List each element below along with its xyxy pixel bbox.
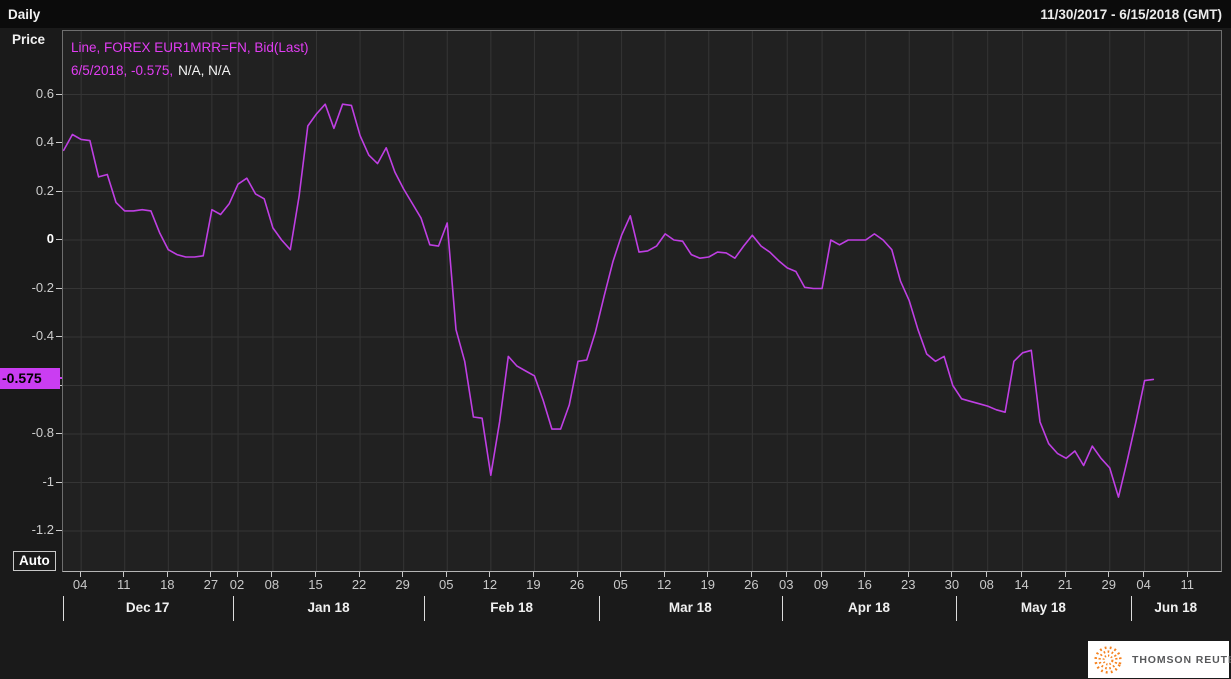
month-separator — [956, 596, 958, 621]
month-label: Feb 18 — [490, 600, 534, 615]
x-tick-label: 22 — [351, 577, 367, 592]
x-axis: 04 11 18 27 02 08 15 22 29 05 12 19 26 05 12 19 26 03 09 16… — [0, 0, 1231, 679]
month-label: Jun 18 — [1154, 600, 1198, 615]
x-tick-label: 21 — [1057, 577, 1073, 592]
x-tick-label: 11 — [116, 577, 131, 592]
month-separator — [232, 596, 234, 621]
x-tick-label: 12 — [482, 577, 498, 592]
x-tick-label: 05 — [613, 577, 628, 592]
x-tick-label: 29 — [1101, 577, 1116, 592]
month-label: May 18 — [1020, 600, 1066, 615]
thomson-reuters-logo: THOMSON REUTERS — [1088, 641, 1231, 678]
month-label: Jan 18 — [307, 600, 350, 615]
x-tick-label: 04 — [1136, 577, 1151, 592]
x-tick-label: 26 — [744, 577, 759, 592]
x-tick-label: 16 — [857, 577, 872, 592]
month-separator — [781, 596, 783, 621]
x-tick-label: 15 — [308, 577, 323, 592]
x-tick-label: 29 — [395, 577, 410, 592]
month-label: Apr 18 — [848, 600, 891, 615]
auto-scale-button[interactable]: Auto — [13, 551, 56, 571]
x-tick-label: 30 — [944, 577, 960, 592]
month-label: Dec 17 — [125, 600, 170, 615]
x-tick-label: 18 — [160, 577, 175, 592]
x-tick-label: 08 — [979, 577, 994, 592]
x-tick-label: 14 — [1014, 577, 1029, 592]
month-label: Mar 18 — [668, 600, 712, 615]
x-tick-label: 19 — [700, 577, 715, 592]
month-separator — [424, 596, 426, 621]
x-tick-label: 03 — [778, 577, 794, 592]
month-separator — [598, 596, 600, 621]
x-tick-label: 09 — [813, 577, 829, 592]
x-tick-label: 08 — [264, 577, 280, 592]
x-tick-label: 11 — [1180, 577, 1194, 592]
thomson-reuters-sunburst-icon — [1094, 645, 1122, 674]
last-price-badge: -0.575 — [0, 367, 60, 389]
x-tick-label: 05 — [439, 577, 454, 592]
x-tick-label: 02 — [229, 577, 245, 592]
month-separator — [62, 596, 64, 621]
x-tick-label: 04 — [72, 577, 88, 592]
thomson-reuters-wordmark: THOMSON REUTERS — [1132, 653, 1231, 666]
x-tick-label: 12 — [656, 577, 672, 592]
x-tick-label: 23 — [901, 577, 916, 592]
x-tick-label: 26 — [569, 577, 585, 592]
chart-window: Daily 11/30/2017 - 6/15/2018 (GMT) Price… — [0, 0, 1231, 679]
x-tick-label: 19 — [526, 577, 541, 592]
